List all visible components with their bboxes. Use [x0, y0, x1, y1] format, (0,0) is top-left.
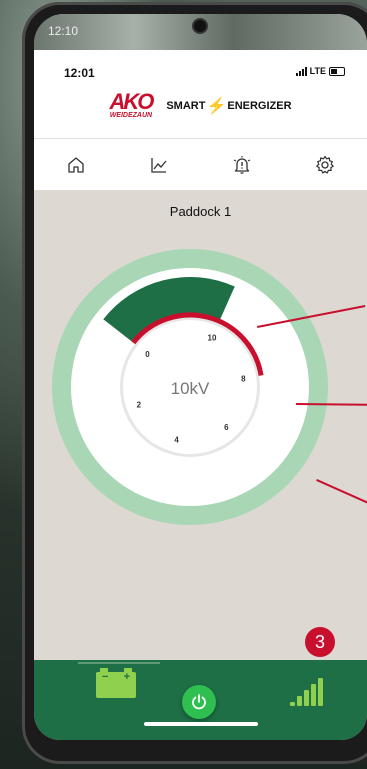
tab-alarms[interactable]: [222, 148, 262, 182]
front-camera: [194, 20, 206, 32]
ako-subtitle: WEIDEZAUN: [109, 112, 153, 119]
voltage-gauge: 0 2 4 6 8 10 10kV: [52, 249, 328, 525]
app-header: 12:01 LTE AKO WEIDEZAUN SMART ⚡ ENERGIZE…: [34, 50, 367, 190]
system-wallpaper-strip: 12:10: [34, 14, 367, 50]
battery-icon[interactable]: − +: [96, 668, 136, 698]
signal-bar: [318, 678, 323, 706]
power-button[interactable]: [182, 685, 216, 719]
network-type: LTE: [309, 66, 326, 76]
gauge-tick-label: 10: [208, 334, 217, 343]
tab-bar: [34, 138, 367, 191]
signal-bar: [304, 690, 309, 706]
dashboard: Paddock 1 0 2 4 6 8 10 10kV 3: [34, 190, 367, 660]
tab-home[interactable]: [56, 148, 96, 182]
gauge-tick-label: 4: [174, 435, 179, 444]
ako-wordmark: AKO: [109, 89, 154, 114]
ako-logo: AKO WEIDEZAUN: [109, 89, 154, 120]
battery-status-icon: [329, 66, 345, 76]
phone-screen: 12:10 12:01 LTE AKO WEIDEZAUN SMART ⚡ EN…: [34, 14, 367, 740]
home-icon: [67, 157, 84, 173]
signal-bar: [297, 696, 302, 706]
battery-underline: [78, 662, 160, 664]
signal-bars-icon: [295, 66, 307, 76]
tab-settings[interactable]: [305, 148, 345, 182]
signal-bar: [311, 684, 316, 706]
signal-bar: [290, 702, 295, 706]
chart-line-icon: [151, 158, 167, 173]
gauge-reading: 10kV: [171, 379, 210, 398]
status-indicators: LTE: [295, 66, 345, 76]
lightning-icon: ⚡: [206, 97, 227, 115]
battery-plus-sign: +: [123, 671, 130, 683]
home-indicator[interactable]: [144, 722, 258, 726]
gauge-tick-label: 0: [145, 350, 150, 359]
alarm-bell-icon: [233, 156, 251, 174]
signal-strength-icon[interactable]: [290, 678, 323, 706]
gear-icon: [316, 155, 335, 174]
gauge-tick-label: 6: [224, 423, 229, 432]
gauge-tick-label: 8: [241, 374, 246, 383]
brand-logo: AKO WEIDEZAUN SMART ⚡ ENERGIZER: [34, 89, 367, 120]
battery-minus-sign: −: [102, 671, 109, 683]
status-time: 12:01: [64, 66, 95, 80]
bottom-status-bar: − +: [34, 660, 367, 740]
product-name: SMART ⚡ ENERGIZER: [166, 96, 291, 116]
system-time: 12:10: [48, 24, 79, 38]
power-icon: [192, 694, 206, 710]
product-name-part2: ENERGIZER: [227, 99, 292, 112]
gauge-tick-label: 2: [137, 400, 142, 409]
device-name: Paddock 1: [169, 204, 232, 219]
product-name-part1: SMART: [166, 99, 206, 112]
notification-badge[interactable]: 3: [305, 627, 335, 657]
tab-statistics[interactable]: [139, 148, 179, 182]
